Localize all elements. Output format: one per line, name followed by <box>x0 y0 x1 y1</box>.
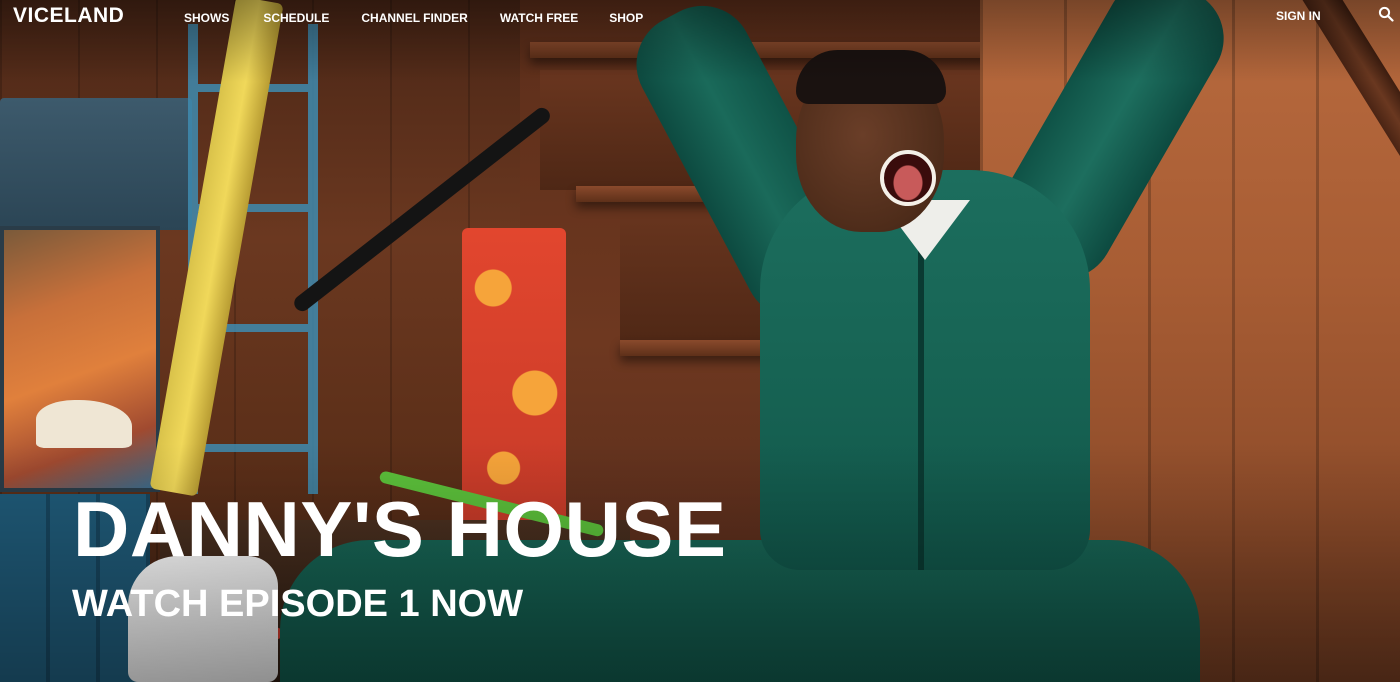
sign-in-link[interactable]: SIGN IN <box>1276 9 1321 23</box>
hero-image <box>0 0 1400 682</box>
nav-item-shop[interactable]: SHOP <box>609 11 643 25</box>
image-overlay <box>0 0 1400 682</box>
nav-links: SHOWS SCHEDULE CHANNEL FINDER WATCH FREE… <box>184 9 643 27</box>
search-icon[interactable] <box>1378 6 1394 22</box>
watch-episode-link[interactable]: WATCH EPISODE 1 NOW <box>72 582 523 626</box>
nav-item-watch-free[interactable]: WATCH FREE <box>500 11 578 25</box>
search-icon-glyph <box>1378 6 1394 22</box>
page: VICELAND SHOWS SCHEDULE CHANNEL FINDER W… <box>0 0 1400 682</box>
viceland-logo[interactable]: VICELAND <box>13 4 124 28</box>
nav-item-shows[interactable]: SHOWS <box>184 11 229 25</box>
top-nav: VICELAND SHOWS SCHEDULE CHANNEL FINDER W… <box>0 0 1400 32</box>
nav-item-schedule[interactable]: SCHEDULE <box>263 11 329 25</box>
hero-title: DANNY'S HOUSE <box>73 485 727 573</box>
nav-item-channel-finder[interactable]: CHANNEL FINDER <box>361 11 467 25</box>
